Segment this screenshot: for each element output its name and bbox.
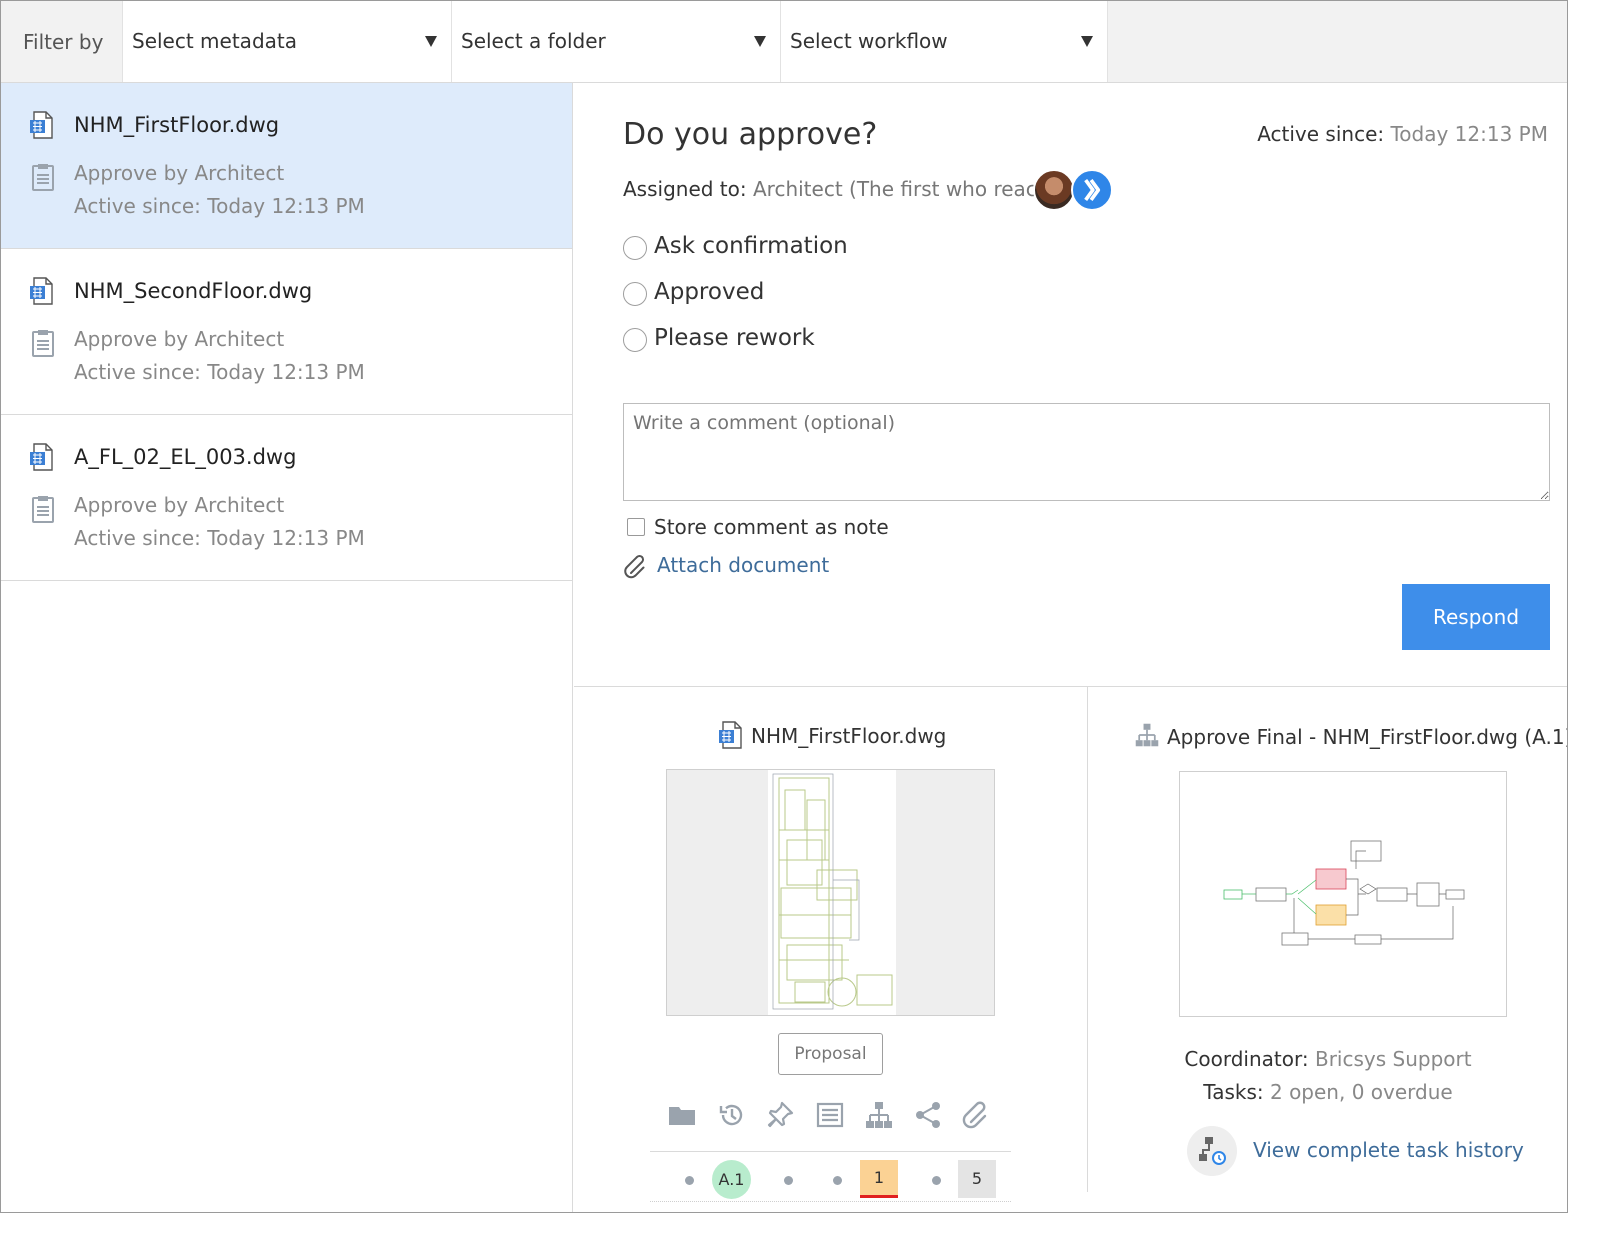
radio-button[interactable] bbox=[623, 282, 647, 306]
open-tasks-badge[interactable]: 1 bbox=[860, 1160, 898, 1198]
pin-icon[interactable] bbox=[765, 1100, 795, 1130]
filter-bar: Filter by Select metadata Select a folde… bbox=[1, 1, 1567, 83]
task-file-name: A_FL_02_EL_003.dwg bbox=[74, 445, 297, 469]
task-item[interactable]: NHM_SecondFloor.dwg Approve by Architect… bbox=[1, 249, 572, 415]
section-divider bbox=[1087, 687, 1088, 1192]
caret-down-icon bbox=[1081, 36, 1093, 47]
radio-button[interactable] bbox=[623, 236, 647, 260]
caret-down-icon bbox=[754, 36, 766, 47]
task-active-since: Active since: Today 12:13 PM bbox=[74, 360, 365, 384]
task-history-icon[interactable] bbox=[1187, 1126, 1237, 1176]
metadata-select[interactable]: Select metadata bbox=[122, 1, 451, 82]
tracker-dot bbox=[784, 1176, 793, 1185]
app-frame: Filter by Select metadata Select a folde… bbox=[0, 0, 1568, 1213]
option-label: Please rework bbox=[654, 325, 815, 351]
coordinator-value: Bricsys Support bbox=[1314, 1047, 1472, 1071]
option-label: Approved bbox=[654, 279, 765, 305]
task-workflow: Approve by Architect bbox=[74, 161, 285, 185]
tracker-dot bbox=[833, 1176, 842, 1185]
version-tracker: A.1 1 5 bbox=[650, 1151, 1011, 1202]
comment-input[interactable] bbox=[623, 403, 1550, 501]
user-avatar[interactable] bbox=[1033, 169, 1075, 211]
task-list: NHM_FirstFloor.dwg Approve by Architect … bbox=[1, 83, 573, 1212]
respond-button[interactable]: Respond bbox=[1402, 584, 1550, 650]
active-since: Active since: Today 12:13 PM bbox=[1257, 122, 1548, 146]
clipboard-icon bbox=[32, 164, 54, 191]
assigned-value: Architect (The first who reacts) bbox=[752, 177, 1063, 201]
coordinator-info: Coordinator: Bricsys Support bbox=[1097, 1047, 1559, 1071]
dwg-file-icon bbox=[30, 111, 53, 139]
radio-button[interactable] bbox=[623, 328, 647, 352]
caret-down-icon bbox=[425, 36, 437, 47]
count-badge[interactable]: 5 bbox=[958, 1160, 996, 1198]
document-name: NHM_FirstFloor.dwg bbox=[751, 724, 947, 748]
history-icon[interactable] bbox=[717, 1100, 747, 1130]
tasks-value: 2 open, 0 overdue bbox=[1269, 1080, 1453, 1104]
floor-plan-image bbox=[768, 770, 896, 1015]
workflow-select[interactable]: Select workflow bbox=[780, 1, 1108, 82]
assigned-label: Assigned to: bbox=[623, 177, 747, 201]
assigned-to: Assigned to: Architect (The first who re… bbox=[623, 177, 1063, 201]
folder-select[interactable]: Select a folder bbox=[451, 1, 780, 82]
task-item[interactable]: A_FL_02_EL_003.dwg Approve by Architect … bbox=[1, 415, 572, 581]
document-thumbnail[interactable] bbox=[666, 769, 995, 1016]
dwg-file-icon bbox=[30, 443, 53, 471]
bricsys-logo-avatar[interactable] bbox=[1071, 169, 1113, 211]
clipboard-icon bbox=[32, 330, 54, 357]
workflow-select-value: Select workflow bbox=[790, 29, 948, 53]
workflow-diagram-thumbnail[interactable] bbox=[1179, 771, 1507, 1017]
status-proposal-button[interactable]: Proposal bbox=[778, 1033, 883, 1075]
option-label: Ask confirmation bbox=[654, 233, 848, 259]
version-badge[interactable]: A.1 bbox=[712, 1160, 751, 1199]
task-active-since: Active since: Today 12:13 PM bbox=[74, 526, 365, 550]
active-since-label: Active since: bbox=[1257, 122, 1385, 146]
paperclip-icon[interactable] bbox=[962, 1100, 992, 1130]
share-icon[interactable] bbox=[913, 1100, 943, 1130]
store-comment-checkbox[interactable] bbox=[627, 518, 645, 536]
task-file-name: NHM_FirstFloor.dwg bbox=[74, 113, 280, 137]
metadata-select-value: Select metadata bbox=[132, 29, 297, 53]
store-comment-label: Store comment as note bbox=[654, 515, 889, 539]
folder-select-value: Select a folder bbox=[461, 29, 606, 53]
workflow-icon[interactable] bbox=[864, 1100, 894, 1130]
dwg-file-icon bbox=[30, 277, 53, 305]
tracker-dot bbox=[932, 1176, 941, 1185]
task-workflow: Approve by Architect bbox=[74, 327, 285, 351]
dwg-file-icon bbox=[719, 721, 742, 749]
active-since-value: Today 12:13 PM bbox=[1390, 122, 1548, 146]
filter-label: Filter by bbox=[23, 30, 104, 54]
task-file-name: NHM_SecondFloor.dwg bbox=[74, 279, 313, 303]
attach-document-label: Attach document bbox=[657, 553, 830, 577]
task-item[interactable]: NHM_FirstFloor.dwg Approve by Architect … bbox=[1, 83, 572, 249]
workflow-icon bbox=[1135, 723, 1159, 747]
clipboard-icon bbox=[32, 496, 54, 523]
coordinator-label: Coordinator: bbox=[1184, 1047, 1309, 1071]
task-active-since: Active since: Today 12:13 PM bbox=[74, 194, 365, 218]
workflow-diagram-image bbox=[1223, 840, 1465, 946]
section-divider bbox=[574, 686, 1567, 687]
tracker-dot bbox=[685, 1176, 694, 1185]
details-icon[interactable] bbox=[815, 1100, 845, 1130]
folder-icon[interactable] bbox=[667, 1100, 697, 1130]
paperclip-icon bbox=[624, 554, 645, 579]
task-workflow: Approve by Architect bbox=[74, 493, 285, 517]
task-question-title: Do you approve? bbox=[623, 117, 878, 152]
tasks-label: Tasks: bbox=[1203, 1080, 1264, 1104]
tasks-info: Tasks: 2 open, 0 overdue bbox=[1097, 1080, 1559, 1104]
view-task-history-link[interactable]: View complete task history bbox=[1253, 1138, 1524, 1162]
workflow-title-text: Approve Final - NHM_FirstFloor.dwg (A.1) bbox=[1167, 725, 1568, 749]
